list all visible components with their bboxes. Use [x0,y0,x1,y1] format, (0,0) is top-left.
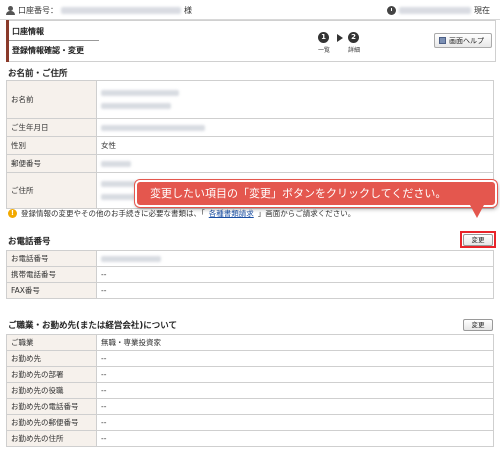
row-value: -- [96,350,494,367]
top-bar: 口座番号： 様 現在 [0,0,500,20]
table-row: ご生年月日 [6,118,494,137]
row-value: -- [96,398,494,415]
info-icon: ! [8,209,17,218]
step-1-label: 一覧 [318,47,331,54]
gender-value: 女性 [96,136,494,155]
time-redacted [399,7,471,14]
section-name: 口座情報 [12,27,44,36]
table-row: FAX番号 -- [6,282,494,299]
table-row: 郵便番号 [6,154,494,173]
account-suffix: 様 [184,6,192,15]
row-label: お勤め先の住所 [6,430,97,447]
row-label: ご生年月日 [6,118,97,137]
row-value: -- [96,366,494,383]
row-label: お勤め先 [6,350,97,367]
account-label: 口座番号： [18,6,58,15]
phone-table: お電話番号 携帯電話番号 -- FAX番号 -- [6,250,494,299]
row-label: 郵便番号 [6,154,97,173]
table-row: お電話番号 [6,250,494,267]
table-row: お勤め先の部署 -- [6,366,494,383]
row-label: お勤め先の電話番号 [6,398,97,415]
table-row: ご職業 無職・専業投資家 [6,334,494,351]
info-text-before: 登録情報の変更やその他のお手続きに必要な書類は、「 [21,209,205,218]
row-label: 性別 [6,136,97,155]
name-address-title: お名前・ご住所 [8,69,68,79]
job-table: ご職業 無職・専業投資家 お勤め先 -- お勤め先の部署 -- お勤め先の役職 … [6,334,494,447]
row-label: お勤め先の郵便番号 [6,414,97,431]
row-label: お勤め先の役職 [6,382,97,399]
table-row: 携帯電話番号 -- [6,266,494,283]
step-indicator: 1 一覧 2 詳細 [318,32,388,56]
document-request-link[interactable]: 各種書類請求 [209,208,254,219]
redacted-text [101,103,171,109]
info-text-after: 」画面からご請求ください。 [257,209,356,218]
row-label: お勤め先の部署 [6,366,97,383]
change-button-highlight [460,231,496,248]
person-icon [6,6,15,15]
redacted-text [101,90,179,96]
job-change-button[interactable]: 変更 [463,319,493,331]
step-arrow-icon [337,34,343,42]
job-title: ご職業・お勤め先(または経営会社)について [8,321,178,331]
table-row: お名前 [6,80,494,119]
table-row: お勤め先 -- [6,350,494,367]
header-accent-bar [6,20,9,62]
step-1-marker: 1 [318,32,329,43]
table-row: お勤め先の役職 -- [6,382,494,399]
phone-value [96,250,494,267]
screen-help-label: 画面ヘルプ [449,36,484,45]
table-row: お勤め先の郵便番号 -- [6,414,494,431]
screen-help-button[interactable]: 画面ヘルプ [434,33,492,48]
table-row: お勤め先の住所 -- [6,430,494,447]
row-value: -- [96,282,494,299]
postal-value [96,154,494,173]
row-label: お名前 [6,80,97,119]
account-number-redacted [61,7,181,14]
row-value: -- [96,382,494,399]
current-time: 現在 [387,5,490,16]
step-2-marker: 2 [348,32,359,43]
redacted-text [101,160,131,167]
birthdate-value [96,118,494,137]
row-label: 携帯電話番号 [6,266,97,283]
instruction-tooltip: 変更したい項目の「変更」ボタンをクリックしてください。 [135,180,497,207]
row-label: ご住所 [6,172,97,209]
time-suffix: 現在 [474,6,490,15]
row-value: -- [96,414,494,431]
table-row: 性別 女性 [6,136,494,155]
phone-title: お電話番号 [8,237,51,247]
info-message: ! 登録情報の変更やその他のお手続きに必要な書類は、「 各種書類請求 」画面から… [8,208,355,219]
clock-icon [387,6,396,15]
row-label: ご職業 [6,334,97,351]
name-value [96,80,494,119]
header-divider [9,40,99,41]
row-value: -- [96,266,494,283]
row-value: 無職・専業投資家 [96,334,494,351]
table-row: お勤め先の電話番号 -- [6,398,494,415]
tooltip-pointer [470,205,484,218]
redacted-text [101,255,161,262]
book-icon [439,37,446,44]
page-title: 登録情報確認・変更 [12,46,84,55]
redacted-text [101,124,205,131]
row-label: FAX番号 [6,282,97,299]
account-info: 口座番号： 様 [6,5,192,16]
row-value: -- [96,430,494,447]
step-2-label: 詳細 [348,47,361,54]
row-label: お電話番号 [6,250,97,267]
